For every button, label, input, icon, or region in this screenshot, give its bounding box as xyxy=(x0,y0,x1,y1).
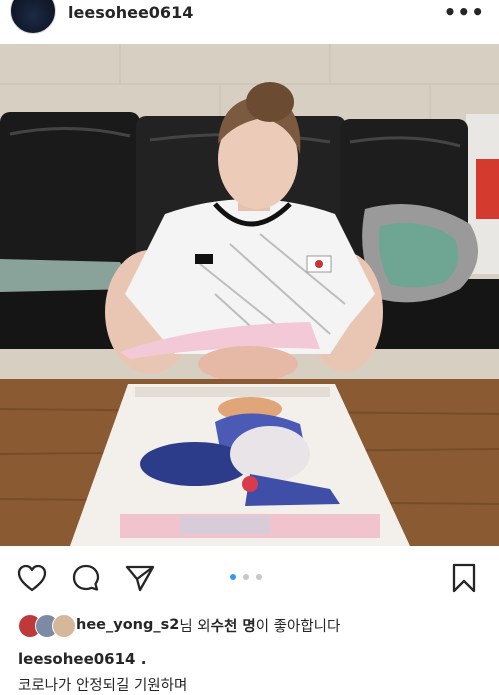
liker-username[interactable]: hee_yong_s2 xyxy=(76,617,179,633)
carousel-dot xyxy=(243,574,249,580)
post-username[interactable]: leesohee0614 xyxy=(68,3,193,22)
post-photo[interactable] xyxy=(0,44,499,546)
more-horizontal-icon[interactable]: ••• xyxy=(444,0,485,24)
liker-avatars[interactable] xyxy=(18,614,76,638)
avatar xyxy=(52,614,76,638)
bookmark-icon[interactable] xyxy=(448,562,480,594)
likes-suffix-text: 이 좋아합니다 xyxy=(255,618,341,635)
post-header: leesohee0614 ••• xyxy=(0,0,499,44)
likes-middle-text: 님 외 xyxy=(179,618,211,635)
paper-plane-icon[interactable] xyxy=(124,562,156,594)
heart-icon[interactable] xyxy=(16,562,48,594)
caption-username[interactable]: leesohee0614 . xyxy=(18,650,146,668)
avatar[interactable] xyxy=(10,0,56,34)
caption-text: 코로나가 안정되길 기원하며 xyxy=(18,678,188,694)
carousel-dot-active xyxy=(230,574,236,580)
carousel-indicator xyxy=(230,574,270,582)
likes-count[interactable]: 수천 명 xyxy=(211,615,256,636)
photo-illustration xyxy=(0,44,499,546)
comment-icon[interactable] xyxy=(70,562,102,594)
carousel-dot xyxy=(256,574,262,580)
likes-row: hee_yong_s2 님 외 수천 명이 좋아합니다 xyxy=(18,613,341,638)
